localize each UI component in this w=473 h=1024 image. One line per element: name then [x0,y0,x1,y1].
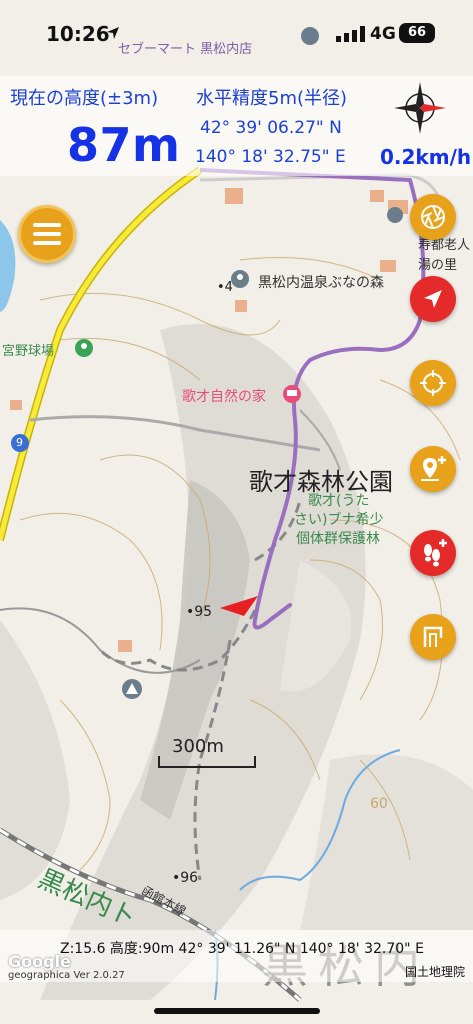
center-location-button[interactable] [410,360,456,406]
navigation-arrow-icon [424,290,442,308]
home-indicator[interactable] [154,1008,320,1014]
scale-bar [158,756,256,768]
beech-forest-label-3: 個体群保護林 [296,531,380,547]
add-footprint-button[interactable] [410,530,456,576]
navigate-button[interactable] [410,276,456,322]
spot-height-96: •96 [172,870,199,886]
spot-height-4-value: 4 [224,280,233,295]
speed-value: 0.2km/h [380,145,472,169]
map-center-info: Z:15.6 高度:90m 42° 39' 11.26" N 140° 18' … [60,941,424,957]
location-arrow-icon [107,27,119,39]
layer-button[interactable] [410,194,456,240]
status-bar: 10:26 4G 66 [0,0,473,68]
accuracy-label: 水平精度5m(半径) [196,88,348,109]
altitude-label: 現在の高度(±3m) [10,88,159,109]
latitude-value: 42° 39' 06.27" N [200,118,342,138]
google-logo: Google [8,952,71,971]
elderly-home-label-2[interactable]: 湯の里 [418,254,457,273]
battery-icon: 66 [399,23,435,43]
menu-icon-line-2 [33,232,61,236]
add-waypoint-button[interactable] [410,446,456,492]
crosshair-icon [420,370,446,396]
app-version: geographica Ver 2.0.27 [8,970,125,981]
spot-height-95: •95 [186,604,213,620]
route-9-label: 9 [16,436,23,449]
scale-label: 300m [172,736,224,757]
altitude-value: 87m [67,118,181,172]
attribution[interactable]: 国土地理院 [405,963,465,980]
spot-height-4: •4 [217,280,233,295]
network-type: 4G [370,24,396,44]
add-footprints-icon [424,539,447,567]
flag-button[interactable] [410,614,456,660]
compass-icon[interactable] [392,80,448,136]
menu-icon-line-3 [33,241,61,245]
menu-icon [33,223,61,227]
add-pin-icon [421,456,446,481]
nature-house-label[interactable]: 歌才自然の家 [182,386,266,406]
aperture-icon [421,205,445,229]
cellular-signal-icon [336,26,365,42]
onsen-label[interactable]: 黒松内温泉ぶなの森 [258,272,384,292]
longitude-value: 140° 18' 32.75" E [195,147,346,167]
ballpark-label[interactable]: 宮野球場 [2,340,54,359]
beech-forest-label-1: 歌才(うた [308,493,370,509]
beech-forest-label-2: さい)ブナ希少 [294,512,384,528]
menu-button[interactable] [18,205,76,263]
spot-height-96-value: 96 [180,870,199,886]
clock: 10:26 [46,22,110,46]
contour-60-label: 60 [370,796,388,812]
spot-height-95-value: 95 [194,604,213,620]
flag-icon [423,626,443,647]
